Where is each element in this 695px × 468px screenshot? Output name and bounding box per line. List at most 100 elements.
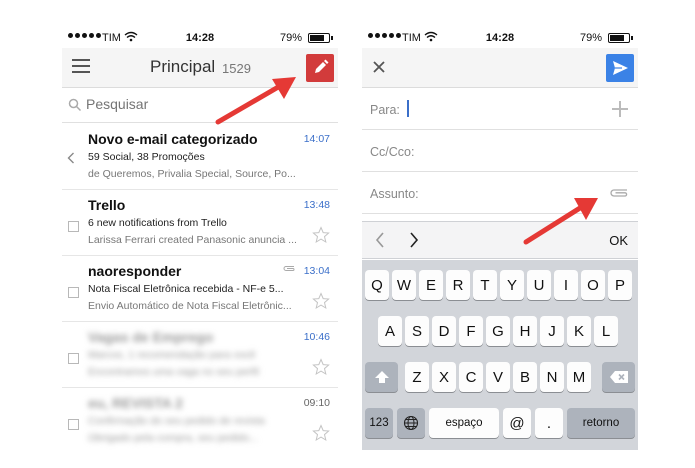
status-bar: TIM 14:28 79% [362, 28, 638, 48]
return-key[interactable]: retorno [567, 408, 635, 438]
mail-subject: Confirmação do seu pedido de revista [88, 415, 265, 427]
key[interactable]: Z [405, 362, 429, 392]
mail-snippet: de Queremos, Privalia Special, Source, P… [88, 168, 296, 180]
arrow-to-attachment-icon [523, 198, 598, 245]
star-icon[interactable] [312, 358, 330, 376]
key[interactable]: J [540, 316, 564, 346]
mail-subject: Nota Fiscal Eletrônica recebida - NF-e 5… [88, 283, 284, 295]
mail-time: 09:10 [303, 397, 330, 409]
mail-snippet: Envio Automático de Nota Fiscal Eletrôni… [88, 300, 292, 312]
key[interactable]: F [459, 316, 483, 346]
ok-button[interactable]: OK [609, 233, 628, 248]
backspace-key[interactable] [602, 362, 635, 392]
search-icon [68, 98, 82, 112]
attachment-icon[interactable] [608, 187, 630, 199]
key[interactable]: S [405, 316, 429, 346]
menu-icon[interactable] [72, 59, 90, 75]
cc-label: Cc/Cco: [370, 145, 415, 159]
screenshot-stage: TIM 14:28 79% Principal 1529 Novo e-mail… [0, 0, 695, 468]
chevron-right-icon[interactable] [408, 231, 420, 249]
dot-key[interactable]: . [535, 408, 563, 438]
key[interactable]: B [513, 362, 537, 392]
mail-sender: eu, REVISTA 2 [88, 395, 183, 411]
mail-snippet: Obrigado pela compra, seu pedido... [88, 432, 258, 444]
key[interactable]: W [392, 270, 416, 300]
battery-percent: 79% [279, 32, 302, 44]
compose-button[interactable] [306, 54, 334, 82]
mail-item[interactable]: eu, REVISTA 2 Confirmação do seu pedido … [62, 388, 338, 450]
key[interactable]: Q [365, 270, 389, 300]
keyboard-row-1: Q W E R T Y U I O P [362, 270, 638, 300]
at-key[interactable]: @ [503, 408, 531, 438]
shift-key[interactable] [365, 362, 398, 392]
key[interactable]: R [446, 270, 470, 300]
to-field[interactable]: Para: [362, 89, 638, 130]
inbox-title: Principal [150, 57, 216, 76]
send-button[interactable] [606, 54, 634, 82]
mail-subject: Marcos, 1 recomendação para você [88, 349, 256, 361]
key[interactable]: P [608, 270, 632, 300]
mail-snippet: Larissa Ferrari created Panasonic anunci… [88, 234, 297, 246]
key[interactable]: C [459, 362, 483, 392]
battery-icon [308, 33, 333, 43]
globe-icon [403, 415, 419, 431]
close-icon[interactable] [370, 58, 388, 76]
select-checkbox[interactable] [68, 287, 79, 298]
select-checkbox[interactable] [68, 221, 79, 232]
star-icon[interactable] [312, 226, 330, 244]
key[interactable]: U [527, 270, 551, 300]
key[interactable]: L [594, 316, 618, 346]
plus-icon[interactable] [610, 99, 630, 119]
keyboard-row-2: A S D F G H J K L [362, 316, 638, 346]
shift-icon [374, 371, 389, 383]
key[interactable]: M [567, 362, 591, 392]
key[interactable]: H [513, 316, 537, 346]
select-checkbox[interactable] [68, 353, 79, 364]
key[interactable]: I [554, 270, 578, 300]
chevron-left-icon[interactable] [374, 231, 386, 249]
battery-percent: 79% [579, 32, 602, 44]
numbers-key[interactable]: 123 [365, 408, 393, 438]
send-icon [613, 61, 628, 75]
compose-header [362, 48, 638, 88]
mail-item[interactable]: Novo e-mail categorizado 59 Social, 38 P… [62, 124, 338, 190]
battery-icon [608, 33, 633, 43]
status-bar: TIM 14:28 79% [62, 28, 338, 48]
mail-time: 13:48 [303, 199, 330, 211]
mail-sender: Vagas de Emprego [88, 329, 214, 345]
key[interactable]: O [581, 270, 605, 300]
arrow-to-compose-icon [215, 77, 296, 125]
key[interactable]: Y [500, 270, 524, 300]
mail-subject: 6 new notifications from Trello [88, 217, 227, 229]
mail-item[interactable]: naoresponder Nota Fiscal Eletrônica rece… [62, 256, 338, 322]
subject-label: Assunto: [370, 187, 419, 201]
key[interactable]: X [432, 362, 456, 392]
key[interactable]: D [432, 316, 456, 346]
key[interactable]: E [419, 270, 443, 300]
mail-time: 14:07 [303, 133, 330, 145]
key[interactable]: N [540, 362, 564, 392]
mail-item[interactable]: Vagas de Emprego Marcos, 1 recomendação … [62, 322, 338, 388]
key[interactable]: T [473, 270, 497, 300]
attachment-icon [283, 266, 295, 271]
mail-subject: 59 Social, 38 Promoções [88, 151, 205, 163]
mail-sender: Trello [88, 197, 126, 213]
select-checkbox[interactable] [68, 419, 79, 430]
keyboard-row-4: 123 espaço @ . retorno [362, 408, 638, 438]
backspace-icon [609, 371, 628, 383]
star-icon[interactable] [312, 292, 330, 310]
key[interactable]: V [486, 362, 510, 392]
key[interactable]: G [486, 316, 510, 346]
star-icon[interactable] [312, 424, 330, 442]
key[interactable]: K [567, 316, 591, 346]
mail-list: Novo e-mail categorizado 59 Social, 38 P… [62, 124, 338, 450]
mail-item[interactable]: Trello 6 new notifications from Trello L… [62, 190, 338, 256]
to-label: Para: [370, 103, 400, 117]
globe-key[interactable] [397, 408, 425, 438]
cc-field[interactable]: Cc/Cco: [362, 131, 638, 172]
keyboard: Q W E R T Y U I O P A S D F G H J K L Z … [362, 260, 638, 450]
text-cursor [407, 100, 409, 117]
mail-sender: naoresponder [88, 263, 182, 279]
space-key[interactable]: espaço [429, 408, 499, 438]
key[interactable]: A [378, 316, 402, 346]
